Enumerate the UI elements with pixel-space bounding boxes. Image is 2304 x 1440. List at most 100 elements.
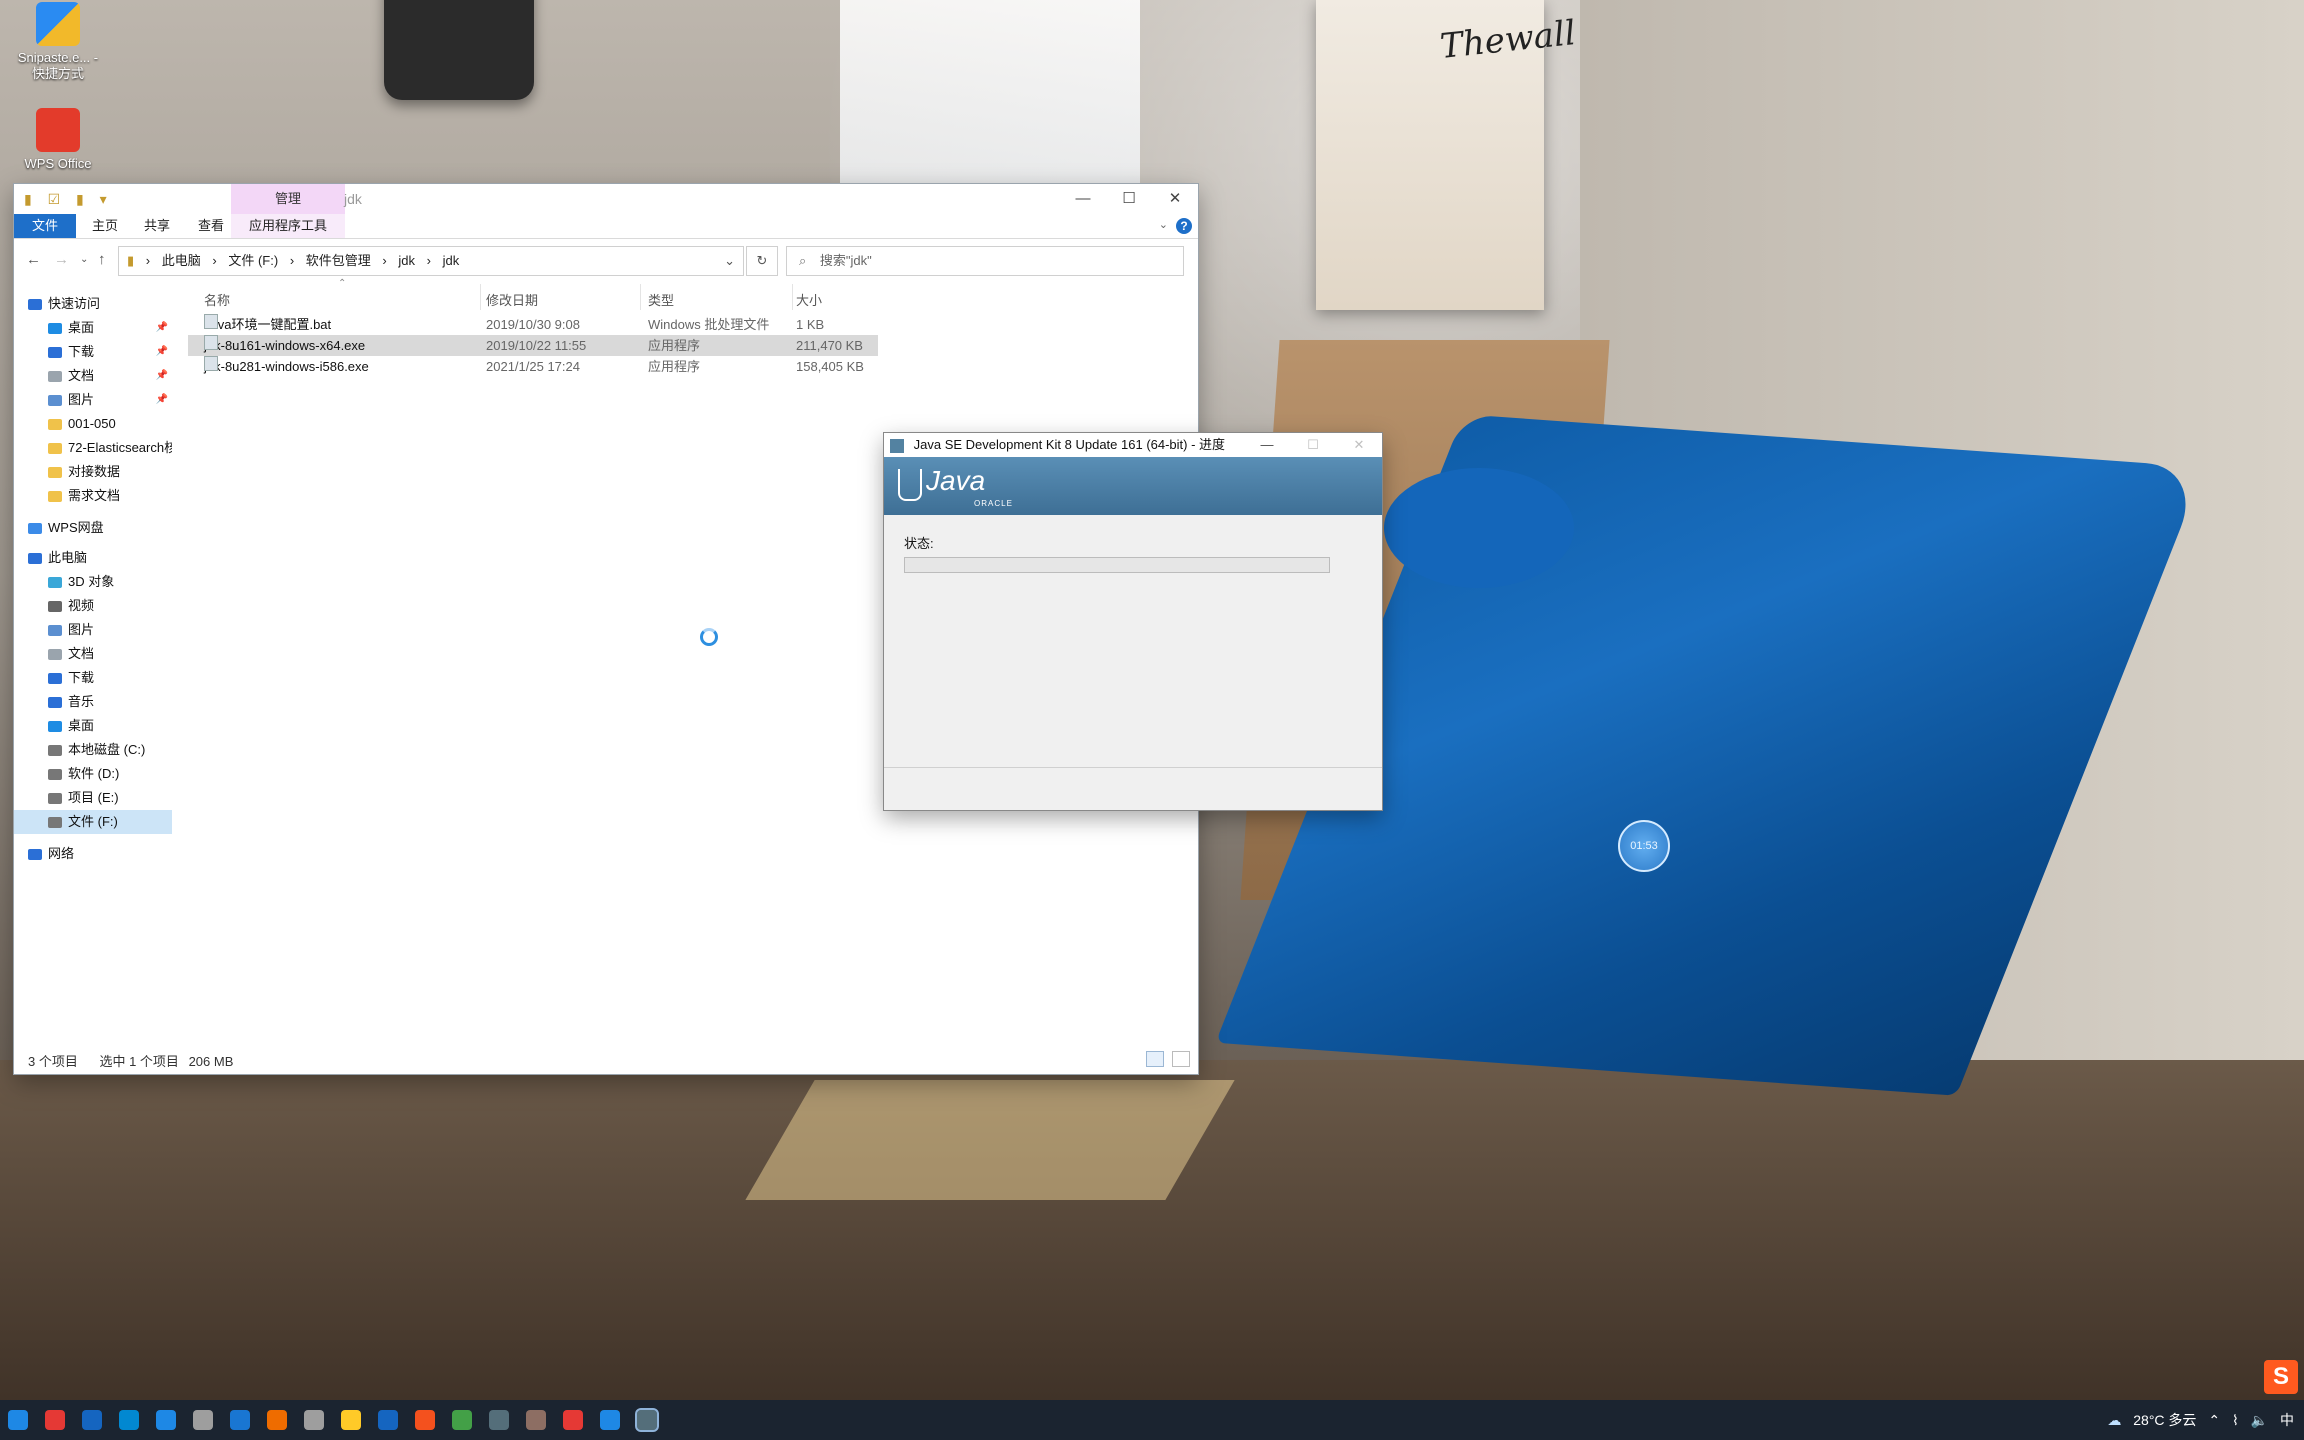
- file-row[interactable]: jdk-8u161-windows-x64.exe 2019/10/22 11:5…: [188, 335, 878, 356]
- explorer-titlebar[interactable]: ▮ ☑ ▮ ▾ 管理 jdk — ☐ ✕: [14, 184, 1198, 214]
- pin-icon[interactable]: 📌: [156, 316, 168, 340]
- dialog-titlebar[interactable]: Java SE Development Kit 8 Update 161 (64…: [884, 433, 1382, 457]
- nav-item[interactable]: 桌面: [14, 714, 172, 738]
- volume-icon[interactable]: 🔈: [2251, 1412, 2268, 1428]
- taskbar-app-icon[interactable]: [82, 1410, 102, 1430]
- ime-indicator[interactable]: 中: [2280, 1412, 2294, 1428]
- details-view-icon[interactable]: [1146, 1051, 1165, 1067]
- file-row[interactable]: jdk-8u281-windows-i586.exe 2021/1/25 17:2…: [188, 356, 878, 377]
- tray-overflow-icon[interactable]: ⌃: [2208, 1412, 2220, 1428]
- nav-item[interactable]: 此电脑: [14, 546, 172, 570]
- up-icon[interactable]: ↑: [98, 251, 106, 268]
- folder-icon: [48, 793, 62, 805]
- taskbar-app-icon[interactable]: [489, 1410, 509, 1430]
- large-icons-view-icon[interactable]: [1172, 1051, 1190, 1067]
- help-icon[interactable]: ?: [1176, 218, 1192, 234]
- taskbar-app-icon[interactable]: [119, 1410, 139, 1430]
- breadcrumb-drive-f[interactable]: 文件 (F:): [228, 253, 278, 268]
- refresh-icon[interactable]: ↻: [746, 246, 778, 276]
- weather-text[interactable]: 28°C 多云: [2133, 1412, 2196, 1428]
- address-dropdown-icon[interactable]: ⌄: [724, 247, 735, 275]
- desktop-icon-wps[interactable]: WPS Office: [10, 108, 106, 172]
- taskbar-app-icon[interactable]: [230, 1410, 250, 1430]
- ribbon-expand-icon[interactable]: ⌄: [1159, 218, 1168, 231]
- nav-item[interactable]: 3D 对象: [14, 570, 172, 594]
- nav-item[interactable]: 音乐: [14, 690, 172, 714]
- forward-icon[interactable]: →: [54, 251, 69, 268]
- weather-icon[interactable]: ☁: [2107, 1412, 2121, 1428]
- nav-item[interactable]: 下载: [14, 666, 172, 690]
- nav-item[interactable]: 视频: [14, 594, 172, 618]
- nav-item[interactable]: 对接数据: [14, 460, 172, 484]
- nav-item[interactable]: 项目 (E:): [14, 786, 172, 810]
- quick-access-toolbar[interactable]: ▮ ☑ ▮ ▾: [24, 191, 113, 208]
- context-tab-manage[interactable]: 管理: [231, 184, 345, 214]
- taskbar-app-icon[interactable]: [45, 1410, 65, 1430]
- nav-item[interactable]: 需求文档: [14, 484, 172, 508]
- taskbar-app-icon[interactable]: [341, 1410, 361, 1430]
- nav-item[interactable]: 下载 📌: [14, 340, 172, 364]
- folder-icon: [48, 347, 62, 359]
- pin-icon[interactable]: 📌: [156, 340, 168, 364]
- taskbar-app-icon[interactable]: [635, 1408, 659, 1432]
- floating-timer-bubble[interactable]: 01:53: [1618, 820, 1670, 872]
- file-list-header: 名称 ⌃ 修改日期 类型 大小: [188, 278, 1188, 312]
- nav-item[interactable]: 文件 (F:): [14, 810, 172, 834]
- view-toggle: [1142, 1051, 1190, 1070]
- file-date: 2019/10/22 11:55: [486, 338, 587, 353]
- breadcrumb-jdk[interactable]: jdk: [398, 253, 415, 268]
- nav-item[interactable]: 72-Elasticsearch核: [14, 436, 172, 460]
- taskbar-app-icon[interactable]: [267, 1410, 287, 1430]
- nav-item[interactable]: 001-050: [14, 412, 172, 436]
- tab-file[interactable]: 文件: [14, 214, 77, 238]
- minimize-icon[interactable]: —: [1060, 184, 1106, 214]
- column-divider[interactable]: [480, 284, 481, 310]
- tab-app-tools[interactable]: 应用程序工具: [231, 214, 345, 238]
- breadcrumb-this-pc[interactable]: 此电脑: [162, 253, 201, 268]
- column-size[interactable]: 大小: [796, 290, 822, 309]
- nav-item[interactable]: 软件 (D:): [14, 762, 172, 786]
- close-icon[interactable]: ✕: [1152, 184, 1198, 214]
- maximize-icon[interactable]: ☐: [1106, 184, 1152, 214]
- back-icon[interactable]: ←: [26, 251, 41, 268]
- nav-item[interactable]: 本地磁盘 (C:): [14, 738, 172, 762]
- nav-item[interactable]: 图片: [14, 618, 172, 642]
- pin-icon[interactable]: 📌: [156, 388, 168, 412]
- sogou-ime-icon[interactable]: S: [2264, 1360, 2298, 1394]
- dialog-minimize-icon[interactable]: —: [1244, 433, 1290, 457]
- taskbar-app-icon[interactable]: [563, 1410, 583, 1430]
- file-row[interactable]: Java环境一键配置.bat 2019/10/30 9:08 Windows 批处理…: [188, 314, 878, 335]
- nav-item[interactable]: 图片 📌: [14, 388, 172, 412]
- recent-icon[interactable]: ⌄: [80, 254, 88, 265]
- tab-share[interactable]: 共享: [134, 214, 180, 238]
- tab-view[interactable]: 查看: [188, 214, 234, 238]
- taskbar-app-icon[interactable]: [378, 1410, 398, 1430]
- breadcrumb-jdk-current[interactable]: jdk: [443, 253, 460, 268]
- pin-icon[interactable]: 📌: [156, 364, 168, 388]
- taskbar-app-icon[interactable]: [526, 1410, 546, 1430]
- taskbar-app-icon[interactable]: [452, 1410, 472, 1430]
- search-input[interactable]: ⌕ 搜索"jdk": [786, 246, 1184, 276]
- taskbar-app-icon[interactable]: [415, 1410, 435, 1430]
- nav-item[interactable]: 网络: [14, 842, 172, 866]
- nav-item[interactable]: 快速访问: [14, 292, 172, 316]
- taskbar-app-icon[interactable]: [600, 1410, 620, 1430]
- nav-item[interactable]: WPS网盘: [14, 516, 172, 540]
- taskbar-app-icon[interactable]: [156, 1410, 176, 1430]
- nav-item[interactable]: 文档 📌: [14, 364, 172, 388]
- column-name[interactable]: 名称: [204, 290, 230, 309]
- column-divider[interactable]: [792, 284, 793, 310]
- network-icon[interactable]: ⌇: [2232, 1412, 2239, 1428]
- nav-item[interactable]: 文档: [14, 642, 172, 666]
- breadcrumb-package[interactable]: 软件包管理: [306, 253, 371, 268]
- column-date[interactable]: 修改日期: [486, 290, 538, 309]
- tab-home[interactable]: 主页: [82, 214, 128, 238]
- nav-item[interactable]: 桌面 📌: [14, 316, 172, 340]
- taskbar-app-icon[interactable]: [193, 1410, 213, 1430]
- desktop-icon-snipaste[interactable]: Snipaste.e... - 快捷方式: [10, 2, 106, 82]
- address-field[interactable]: ▮ › 此电脑 › 文件 (F:) › 软件包管理 › jdk › jdk ⌄: [118, 246, 744, 276]
- column-type[interactable]: 类型: [648, 290, 674, 309]
- column-divider[interactable]: [640, 284, 641, 310]
- taskbar-app-icon[interactable]: [8, 1410, 28, 1430]
- taskbar-app-icon[interactable]: [304, 1410, 324, 1430]
